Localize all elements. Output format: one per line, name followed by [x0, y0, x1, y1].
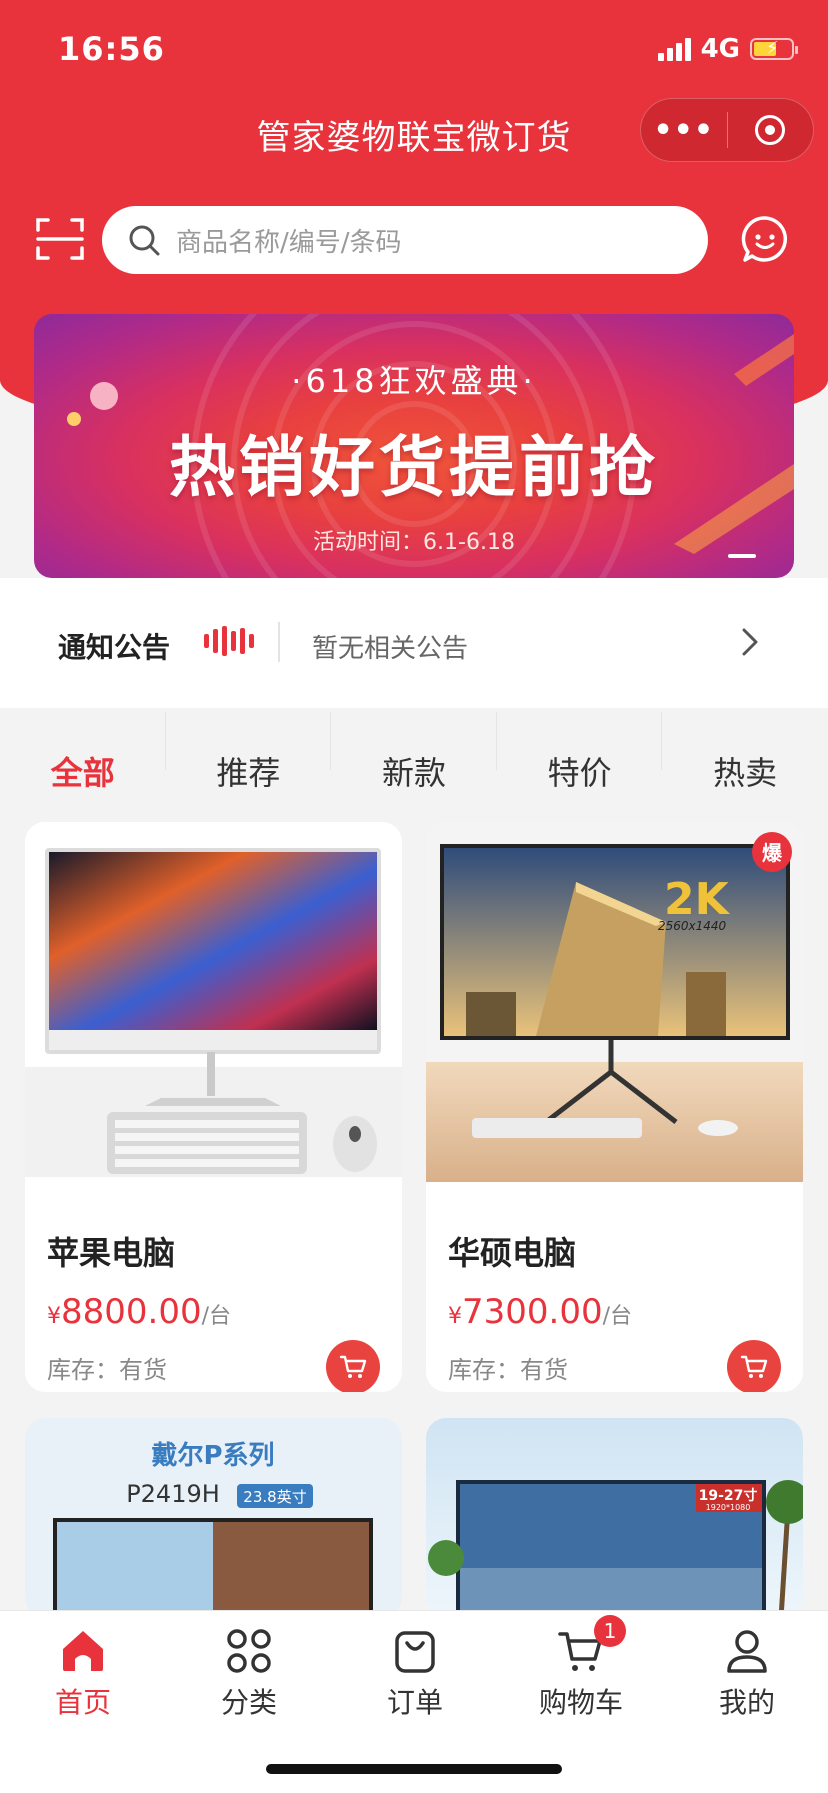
add-to-cart-button[interactable]: [727, 1340, 781, 1392]
status-indicators: 4G ⚡: [657, 34, 798, 64]
tab-label: 首页: [54, 1686, 111, 1719]
tab-profile[interactable]: 我的: [664, 1611, 828, 1731]
status-time: 16:56: [58, 30, 165, 68]
network-label: 4G: [700, 34, 740, 64]
status-bar: 16:56 4G ⚡: [0, 0, 828, 100]
scan-icon[interactable]: [36, 216, 84, 262]
category-tabs: 全部 推荐 新款 特价 热卖: [0, 712, 828, 824]
product-card[interactable]: 19-27寸 1920*1080: [426, 1418, 803, 1618]
product-name: 华硕电脑: [448, 1234, 577, 1272]
product-image: 19-27寸 1920*1080: [426, 1418, 803, 1618]
search-input[interactable]: 商品名称/编号/条码: [102, 206, 708, 274]
tab-recommended[interactable]: 推荐: [166, 712, 332, 824]
customer-service-icon[interactable]: [740, 214, 790, 264]
tab-cart[interactable]: 1 购物车: [498, 1611, 664, 1731]
notice-bar[interactable]: 通知公告 暂无相关公告: [0, 578, 828, 708]
mini-program-capsule: •••: [640, 98, 814, 162]
tab-label: 推荐: [216, 754, 281, 792]
user-icon: [727, 1630, 767, 1673]
size-sub: 1920*1080: [706, 1503, 751, 1512]
chevron-right-icon: [742, 628, 758, 656]
notice-divider: [278, 622, 280, 662]
tab-label: 订单: [386, 1686, 443, 1719]
product-image: 戴尔P系列 P2419H 23.8英寸: [25, 1418, 402, 1618]
notice-title: 通知公告: [58, 631, 171, 664]
grid-icon: [227, 1629, 271, 1673]
product-image: 2K 2560x1440 爆: [426, 822, 803, 1182]
tab-label: 热卖: [713, 754, 778, 792]
signal-icon: [657, 37, 691, 61]
tab-category[interactable]: 分类: [166, 1611, 332, 1731]
tab-hot-sale[interactable]: 热卖: [662, 712, 828, 824]
product-card[interactable]: 2K 2560x1440 爆 华硕电脑 ¥7300.00/台 库存：有货: [426, 822, 803, 1392]
product-model: P2419H: [126, 1480, 220, 1508]
add-to-cart-button[interactable]: [326, 1340, 380, 1392]
banner-pagination-dot: [728, 554, 756, 558]
tab-new[interactable]: 新款: [331, 712, 497, 824]
search-icon: [129, 225, 160, 256]
cart-icon: [339, 1355, 367, 1378]
size-tag: 19-27寸: [699, 1487, 758, 1504]
product-card[interactable]: 戴尔P系列 P2419H 23.8英寸: [25, 1418, 402, 1618]
notice-text: 暂无相关公告: [312, 634, 469, 664]
order-bag-icon: [395, 1631, 435, 1673]
tab-label: 我的: [718, 1686, 775, 1719]
banner-headline: 热销好货提前抢: [169, 429, 659, 506]
product-stock: 库存：有货: [47, 1356, 167, 1384]
cart-count-badge: 1: [594, 1615, 626, 1647]
tab-orders[interactable]: 订单: [332, 1611, 498, 1731]
tab-label: 购物车: [538, 1686, 623, 1719]
resolution-sub: 2560x1440: [658, 919, 727, 933]
product-brand: 戴尔P系列: [151, 1440, 274, 1471]
tab-home[interactable]: 首页: [0, 1611, 166, 1731]
close-mini-program-button[interactable]: [728, 115, 814, 145]
product-name: 苹果电脑: [47, 1234, 176, 1272]
hot-tag: 爆: [762, 841, 783, 865]
home-indicator: [266, 1764, 562, 1774]
more-dots-icon[interactable]: •••: [641, 113, 727, 148]
search-placeholder: 商品名称/编号/条码: [176, 227, 402, 258]
sound-wave-icon: [204, 626, 254, 656]
home-icon: [63, 1631, 103, 1671]
tab-all[interactable]: 全部: [0, 712, 166, 824]
size-tag: 23.8英寸: [243, 1488, 306, 1506]
battery-icon: ⚡: [750, 38, 798, 60]
banner-subtitle: ·618狂欢盛典·: [291, 362, 537, 400]
banner-period: 活动时间：6.1-6.18: [313, 530, 515, 555]
resolution-tag: 2K: [664, 874, 731, 925]
product-image: [25, 822, 402, 1177]
promo-banner[interactable]: ·618狂欢盛典· 热销好货提前抢 活动时间：6.1-6.18: [34, 314, 794, 578]
product-stock: 库存：有货: [448, 1356, 568, 1384]
tab-label: 分类: [220, 1686, 277, 1719]
tab-label: 特价: [547, 754, 612, 792]
product-price: ¥8800.00/台: [47, 1292, 232, 1332]
cart-icon: [740, 1355, 768, 1378]
product-card[interactable]: 苹果电脑 ¥8800.00/台 库存：有货: [25, 822, 402, 1392]
tab-special-price[interactable]: 特价: [497, 712, 663, 824]
tab-label: 新款: [381, 754, 446, 792]
product-price: ¥7300.00/台: [448, 1292, 633, 1332]
target-icon: [755, 115, 786, 145]
tab-label: 全部: [50, 754, 115, 792]
